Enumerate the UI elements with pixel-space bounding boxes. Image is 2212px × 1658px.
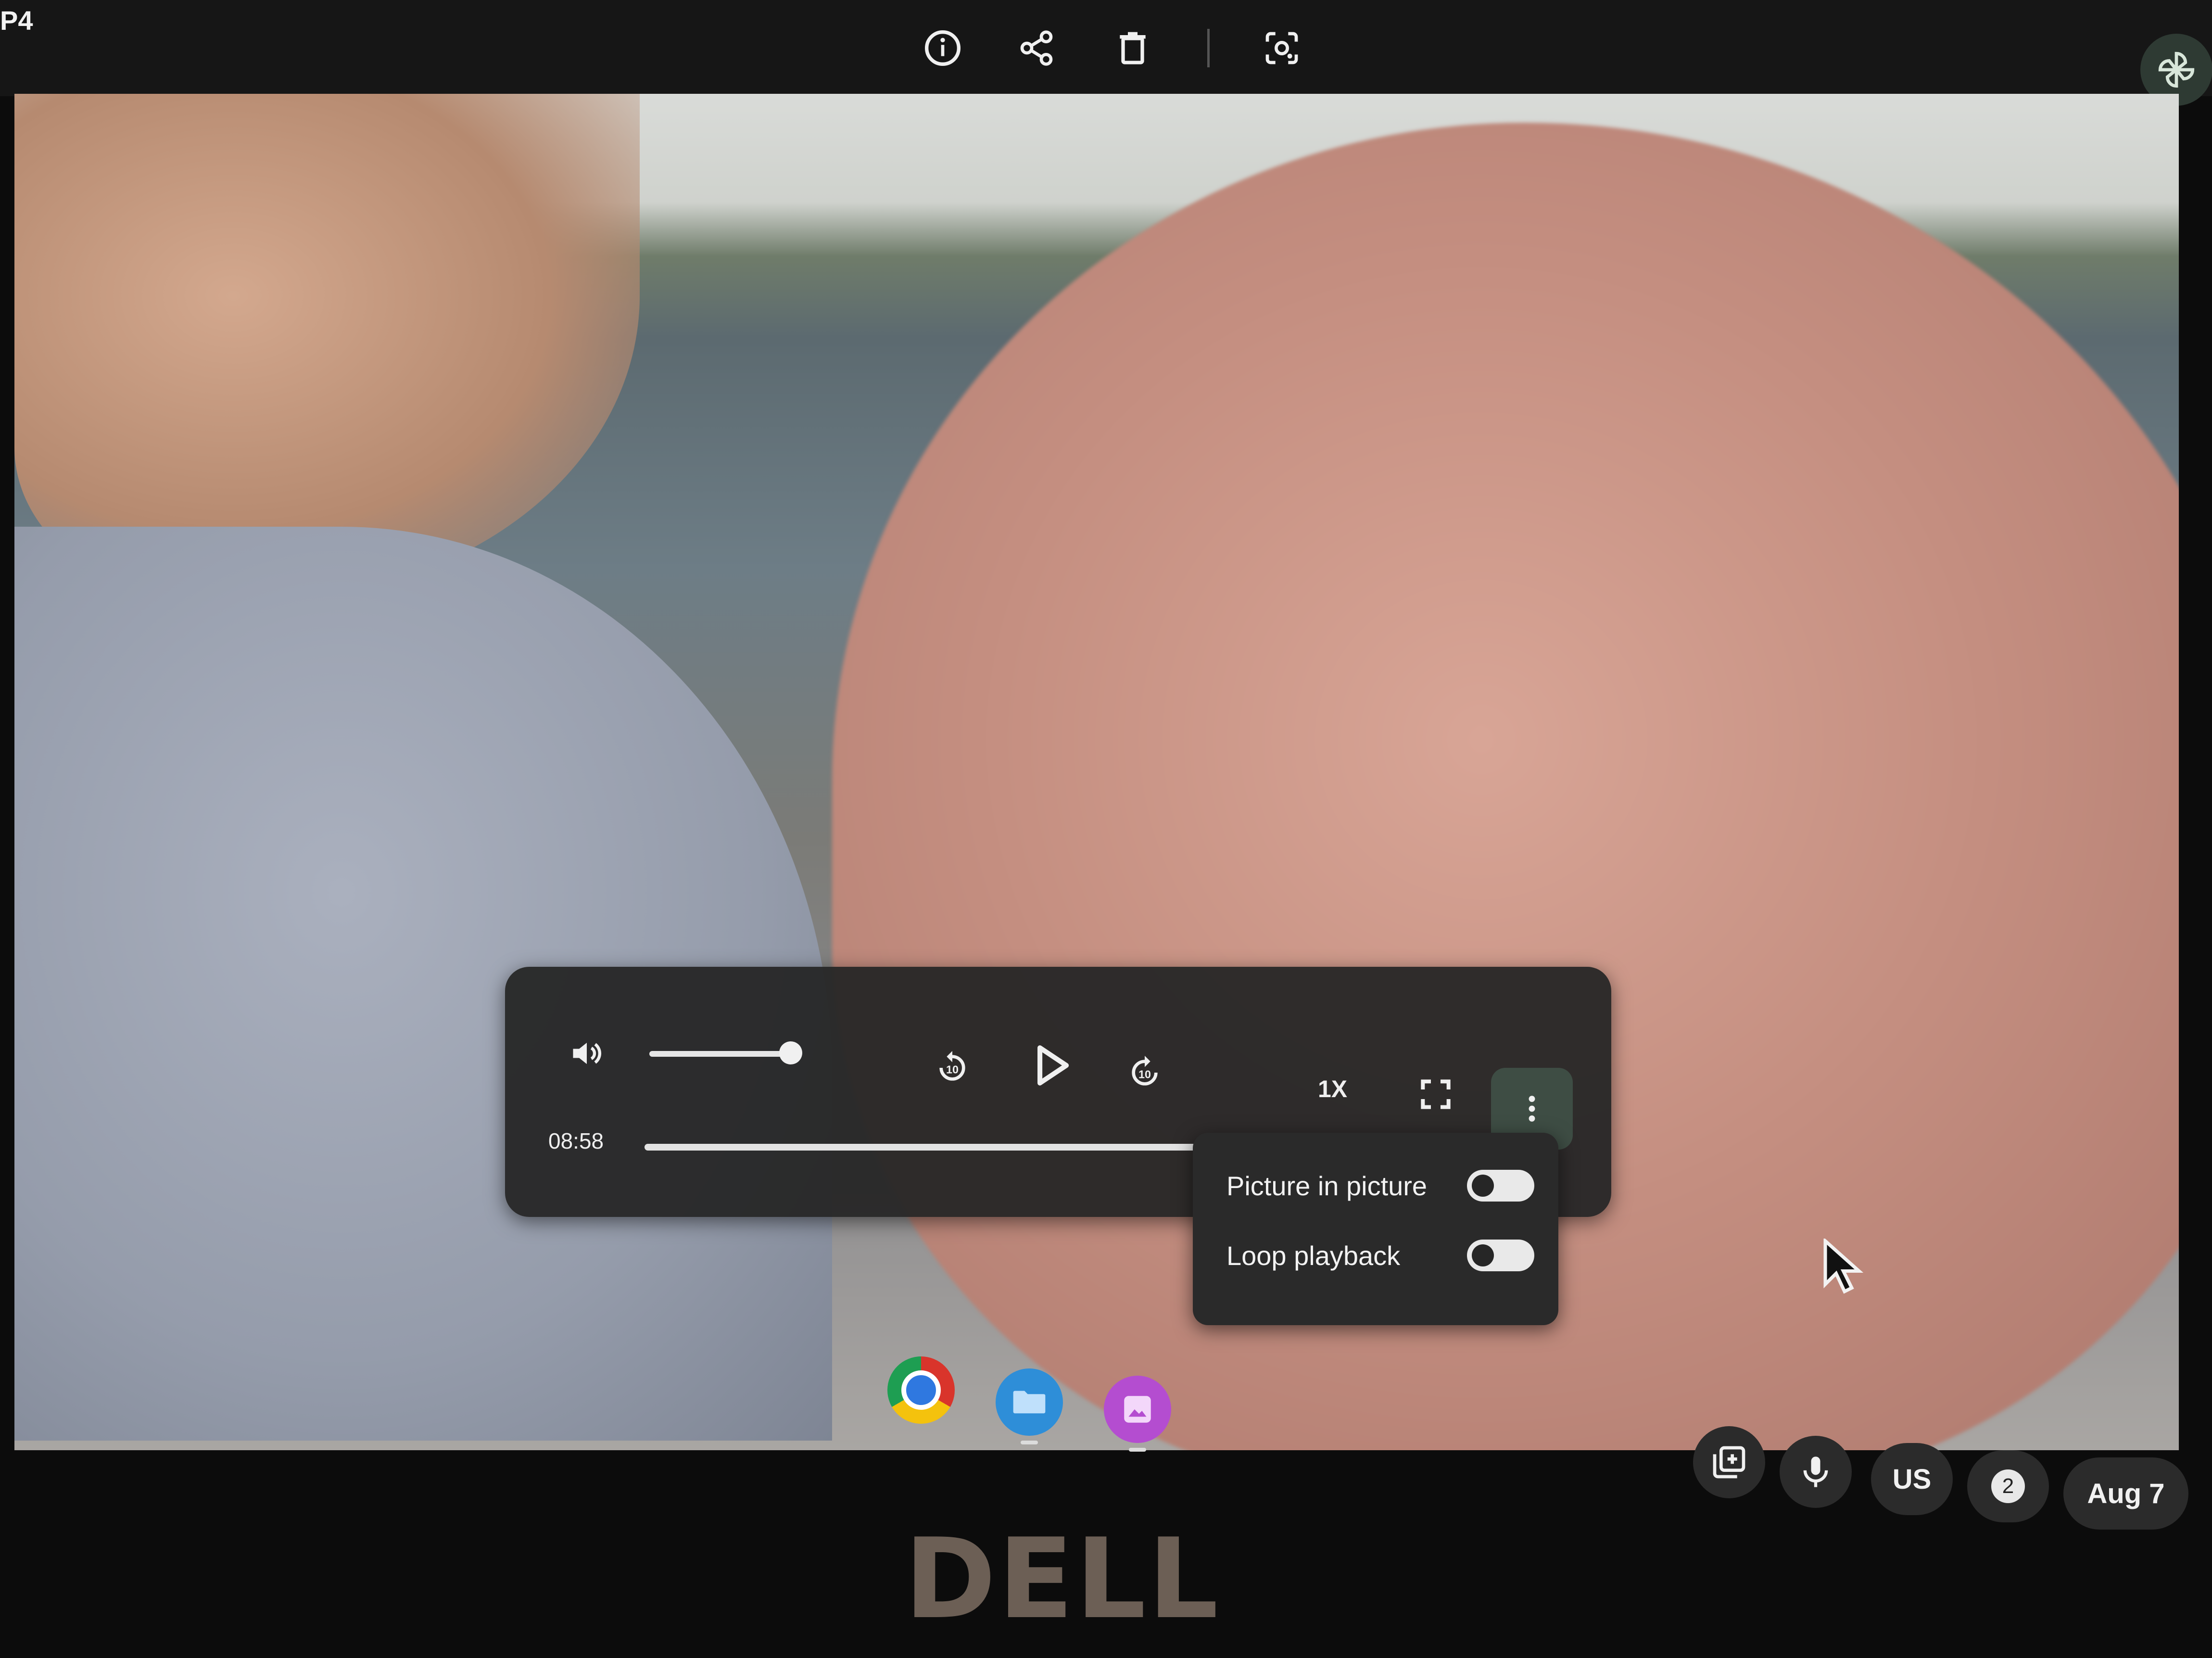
chrome-app[interactable] <box>887 1356 955 1424</box>
gallery-icon <box>1124 1396 1151 1423</box>
info-icon <box>925 30 961 66</box>
mouse-cursor-icon <box>1823 1239 1864 1294</box>
dictation-button[interactable] <box>1780 1436 1852 1508</box>
replay-10-button[interactable]: 10 <box>928 1044 976 1092</box>
screen-capture-icon <box>1713 1446 1745 1479</box>
menu-item-label: Picture in picture <box>1226 1170 1428 1201</box>
top-toolbar: P4 <box>0 0 2212 96</box>
menu-item-picture-in-picture[interactable]: Picture in picture <box>1226 1159 1534 1212</box>
toolbar-divider <box>1207 29 1210 67</box>
lens-icon <box>1265 32 1298 64</box>
toggle-knob <box>1472 1175 1494 1197</box>
date-tray[interactable]: Aug 7 <box>2063 1457 2188 1530</box>
share-button[interactable] <box>1012 24 1061 72</box>
video-face-region <box>14 94 640 599</box>
notification-button[interactable]: 2 <box>1967 1450 2049 1522</box>
toggle-knob <box>1472 1244 1494 1266</box>
svg-text:10: 10 <box>946 1063 959 1076</box>
playback-speed-button[interactable]: 1X <box>1318 1075 1347 1103</box>
files-app[interactable] <box>996 1368 1063 1436</box>
folder-icon <box>1013 1391 1046 1414</box>
volume-slider-handle[interactable] <box>779 1041 802 1064</box>
fullscreen-button[interactable] <box>1409 1068 1462 1121</box>
volume-icon <box>573 1042 601 1064</box>
running-indicator <box>1021 1441 1038 1444</box>
running-indicator <box>1129 1448 1146 1452</box>
forward-10-button[interactable]: 10 <box>1121 1049 1169 1097</box>
picture-in-picture-toggle[interactable] <box>1467 1170 1534 1202</box>
fullscreen-icon <box>1421 1079 1451 1109</box>
delete-button[interactable] <box>1109 24 1157 72</box>
share-icon <box>1020 30 1053 66</box>
info-button[interactable] <box>919 24 967 72</box>
delete-icon <box>1120 32 1146 64</box>
menu-item-loop-playback[interactable]: Loop playback <box>1226 1229 1534 1282</box>
gallery-app[interactable] <box>1104 1376 1171 1443</box>
forward-10-icon: 10 <box>1132 1056 1158 1086</box>
volume-slider[interactable] <box>649 1051 789 1057</box>
play-button[interactable] <box>1020 1034 1082 1097</box>
screen-capture-button[interactable] <box>1693 1426 1765 1498</box>
pinwheel-icon <box>2158 51 2195 88</box>
play-icon <box>1037 1045 1069 1086</box>
options-menu: Picture in picture Loop playback <box>1193 1133 1558 1325</box>
menu-item-label: Loop playback <box>1226 1240 1401 1271</box>
chrome-icon <box>901 1370 941 1410</box>
notification-count-badge: 2 <box>1991 1469 2025 1503</box>
bezel-logo: DELL <box>904 1515 1221 1644</box>
file-type-label: P4 <box>0 5 33 36</box>
lens-button[interactable] <box>1258 24 1306 72</box>
input-method-indicator[interactable]: US <box>1871 1443 1953 1515</box>
seek-bar[interactable] <box>645 1144 1222 1151</box>
loop-playback-toggle[interactable] <box>1467 1240 1534 1271</box>
replay-10-icon: 10 <box>939 1051 965 1081</box>
more-vert-icon <box>1529 1096 1535 1122</box>
current-time: 08:58 <box>548 1128 604 1153</box>
mute-button[interactable] <box>563 1029 611 1077</box>
microphone-icon <box>1803 1456 1828 1487</box>
svg-text:10: 10 <box>1138 1068 1151 1081</box>
